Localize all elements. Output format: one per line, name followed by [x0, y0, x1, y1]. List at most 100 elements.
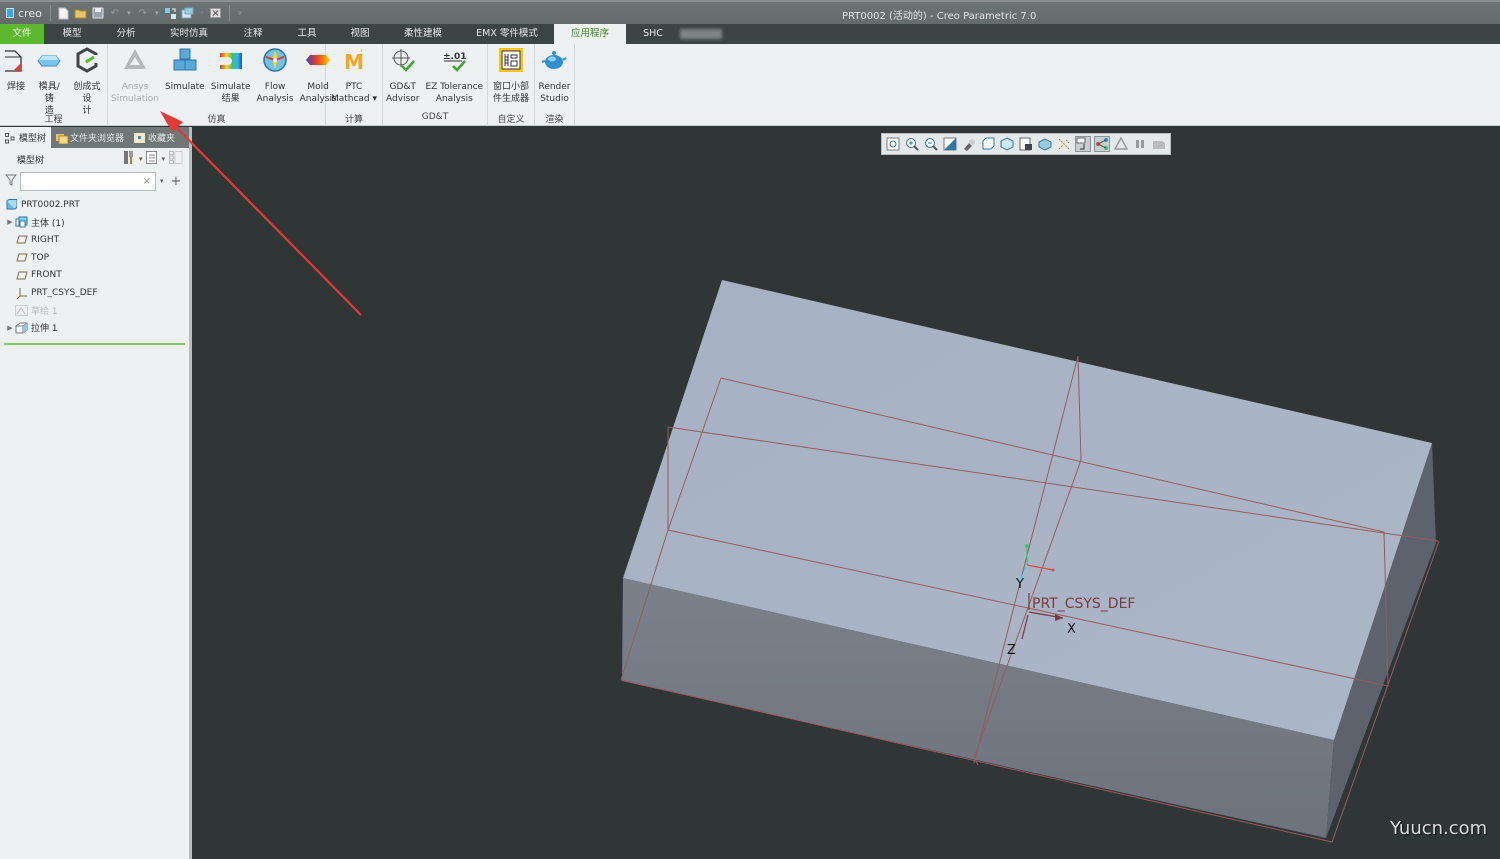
- tree-node-part[interactable]: PRT0002.PRT: [0, 196, 189, 214]
- tab-model-tree[interactable]: 模型树: [0, 127, 52, 148]
- expand-arrow-icon[interactable]: ▶: [5, 218, 15, 226]
- tab-realtime-simulation[interactable]: 实时仿真: [152, 24, 226, 44]
- tree-node-csys[interactable]: PRT_CSYS_DEF: [0, 284, 189, 302]
- view-manager-icon[interactable]: [999, 136, 1015, 152]
- datum-display-icon[interactable]: [1056, 136, 1072, 152]
- tab-analysis[interactable]: 分析: [100, 24, 152, 44]
- svg-text:': ': [360, 49, 362, 59]
- windows-dropdown-icon[interactable]: ▾: [198, 9, 206, 17]
- group-label-simulation: 仿真: [207, 115, 226, 125]
- mold-cast-icon: [36, 47, 62, 73]
- group-label-engineering: 工程: [44, 115, 63, 125]
- flow-analysis-button[interactable]: Flow Analysis: [254, 47, 297, 112]
- tree-title: 模型树: [17, 155, 45, 166]
- windows-icon[interactable]: [181, 6, 195, 20]
- undo-icon[interactable]: ↶: [108, 6, 122, 20]
- view-toolbar: [881, 133, 1171, 155]
- repaint-icon[interactable]: [942, 136, 958, 152]
- axis-label-z: Z: [1007, 643, 1016, 658]
- tree-node-sketch[interactable]: 草绘 1: [0, 302, 189, 320]
- zoom-out-icon[interactable]: [923, 136, 939, 152]
- group-gdt: GD&T Advisor ±.01 EZ Tolerance Analysis …: [383, 44, 488, 126]
- simulation-display-icon[interactable]: [1113, 136, 1129, 152]
- tree-node-right[interactable]: RIGHT: [0, 231, 189, 249]
- simulate-results-button[interactable]: Simulate 结果: [208, 47, 254, 112]
- favorites-icon: [134, 132, 146, 143]
- regenerate-icon[interactable]: [164, 6, 178, 20]
- watermark: Yuucn.com: [1390, 818, 1488, 839]
- window-title: PRT0002 (活动的) - Creo Parametric 7.0: [842, 11, 1037, 22]
- tree-node-body[interactable]: ▶ 主体 (1): [0, 214, 189, 232]
- tab-model[interactable]: 模型: [44, 24, 100, 44]
- customize-dropdown-icon[interactable]: ▿: [236, 9, 244, 17]
- add-filter-icon[interactable]: +: [171, 174, 182, 189]
- tree-node-top[interactable]: TOP: [0, 249, 189, 267]
- tab-applications[interactable]: 应用程序: [554, 24, 626, 44]
- tab-favorites[interactable]: 收藏夹: [129, 127, 180, 148]
- clear-search-icon[interactable]: ×: [143, 176, 151, 187]
- tab-file[interactable]: 文件: [0, 24, 44, 44]
- settings-dropdown-icon[interactable]: ▾: [139, 155, 143, 163]
- display-style-icon[interactable]: [961, 136, 977, 152]
- gdt-advisor-button[interactable]: GD&T Advisor: [383, 47, 422, 112]
- model-scene[interactable]: Y PRT_CSYS_DEF X Z: [195, 127, 1500, 859]
- tab-tools[interactable]: 工具: [280, 24, 334, 44]
- redo-icon[interactable]: ↷: [136, 6, 150, 20]
- quick-access-toolbar: ↶ ▾ ↷ ▾ ▾ ▿: [57, 5, 244, 21]
- save-icon[interactable]: [91, 6, 105, 20]
- tree-search-input[interactable]: ×: [20, 171, 156, 191]
- graphics-viewport[interactable]: Y PRT_CSYS_DEF X Z Yuucn.com: [195, 127, 1500, 859]
- show-list-icon[interactable]: [146, 151, 158, 167]
- ez-tolerance-analysis-button[interactable]: ±.01 EZ Tolerance Analysis: [422, 47, 486, 112]
- close-window-icon[interactable]: [209, 6, 223, 20]
- zoom-in-icon[interactable]: [904, 136, 920, 152]
- simulate-button[interactable]: Simulate: [162, 47, 208, 112]
- sketch-icon: [15, 304, 28, 316]
- filter-icon[interactable]: [4, 174, 18, 189]
- widget-generator-button[interactable]: 窗口小部 件生成器: [490, 47, 532, 112]
- tab-flexible-modeling[interactable]: 柔性建模: [386, 24, 460, 44]
- separator: [228, 5, 230, 21]
- tree-columns-icon[interactable]: [169, 151, 183, 167]
- separator: [49, 5, 51, 21]
- expand-arrow-icon[interactable]: ▶: [5, 324, 15, 332]
- weld-icon: [3, 47, 29, 73]
- creo-logo: creo: [6, 7, 42, 20]
- perspective-icon[interactable]: [1018, 136, 1034, 152]
- folder-browser-icon: [56, 133, 69, 144]
- animation-icon[interactable]: [1151, 136, 1167, 152]
- pause-icon[interactable]: [1132, 136, 1148, 152]
- mold-cast-button[interactable]: 模具/铸 造: [32, 47, 67, 116]
- weld-button[interactable]: 焊接: [0, 47, 32, 112]
- undo-dropdown-icon[interactable]: ▾: [125, 9, 133, 17]
- ptc-mathcad-button[interactable]: M ' PTC Mathcad ▾: [328, 47, 380, 112]
- group-engineering: 焊接 模具/铸 造 创成式设 计 工程: [0, 44, 108, 126]
- tab-folder-browser[interactable]: 文件夹浏览器: [51, 127, 129, 148]
- tree-node-front[interactable]: FRONT: [0, 266, 189, 284]
- generative-design-button[interactable]: 创成式设 计: [67, 47, 107, 116]
- creo-logo-text: creo: [18, 6, 42, 20]
- tab-view[interactable]: 视图: [334, 24, 386, 44]
- render-studio-button[interactable]: Render Studio: [535, 47, 573, 112]
- datum-plane-icon: [15, 234, 28, 245]
- show-dropdown-icon[interactable]: ▾: [161, 155, 165, 163]
- refit-icon[interactable]: [885, 136, 901, 152]
- spin-center-icon[interactable]: [1094, 136, 1110, 152]
- tab-blurred: [680, 29, 722, 39]
- mathcad-icon: M ': [341, 47, 367, 73]
- search-dropdown-icon[interactable]: ▾: [160, 177, 164, 185]
- widget-generator-icon: [498, 47, 524, 73]
- tab-annotate[interactable]: 注释: [226, 24, 280, 44]
- ansys-simulation-button[interactable]: Ansys Simulation: [108, 47, 162, 112]
- saved-orientations-icon[interactable]: [980, 136, 996, 152]
- section-icon[interactable]: [1037, 136, 1053, 152]
- annotation-display-icon[interactable]: [1075, 136, 1091, 152]
- open-folder-icon[interactable]: [74, 6, 88, 20]
- axis-label-x: X: [1067, 622, 1076, 637]
- tab-emx-part-mode[interactable]: EMX 零件模式: [460, 24, 554, 44]
- tree-node-extrude[interactable]: ▶ 拉伸 1: [0, 319, 189, 337]
- tab-shc[interactable]: SHC: [626, 24, 680, 44]
- settings-tools-icon[interactable]: [123, 151, 135, 167]
- redo-dropdown-icon[interactable]: ▾: [153, 9, 161, 17]
- new-file-icon[interactable]: [57, 6, 71, 20]
